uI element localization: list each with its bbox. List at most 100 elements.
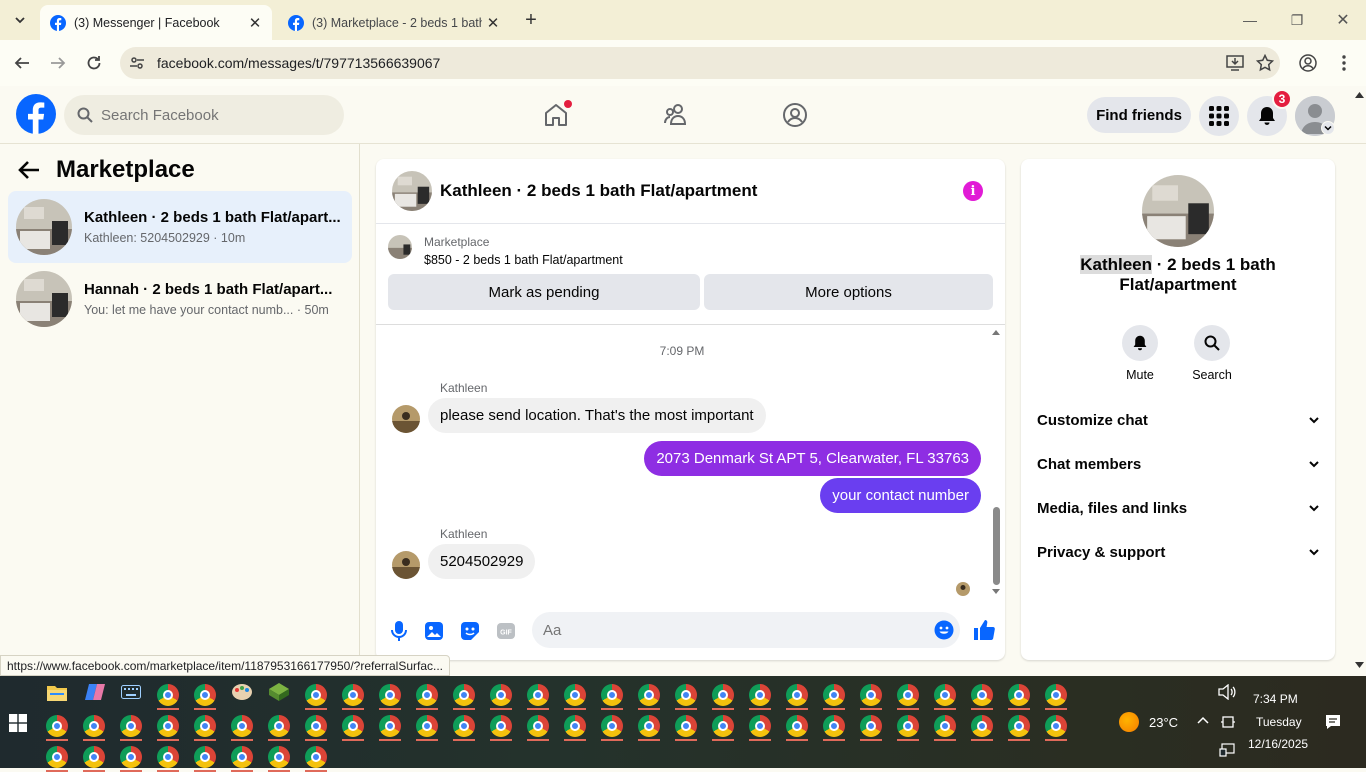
close-window-icon[interactable]: ✕ (1333, 10, 1353, 30)
nav-profile[interactable] (779, 99, 811, 131)
chrome-taskbar-icon[interactable] (712, 715, 734, 737)
mark-as-pending-button[interactable]: Mark as pending (388, 274, 700, 310)
microphone-icon[interactable] (388, 620, 410, 642)
sender-avatar[interactable] (392, 551, 420, 579)
chat-members-section[interactable]: Chat members (1037, 450, 1319, 478)
clock-day[interactable]: Tuesday (1256, 715, 1302, 729)
chrome-taskbar-icon[interactable] (1008, 715, 1030, 737)
chrome-taskbar-icon[interactable] (305, 746, 327, 768)
chrome-taskbar-icon[interactable] (1045, 684, 1067, 706)
chrome-taskbar-icon[interactable] (231, 746, 253, 768)
chrome-taskbar-icon[interactable] (157, 684, 179, 706)
chrome-taskbar-icon[interactable] (601, 715, 623, 737)
chrome-taskbar-icon[interactable] (194, 746, 216, 768)
close-tab-icon[interactable]: ✕ (482, 12, 504, 34)
scroll-down-icon[interactable] (1355, 662, 1364, 669)
chrome-taskbar-icon[interactable] (749, 684, 771, 706)
photo-icon[interactable] (423, 620, 445, 642)
chrome-taskbar-icon[interactable] (675, 684, 697, 706)
notification-center-icon[interactable] (1325, 714, 1341, 730)
chrome-taskbar-icon[interactable] (194, 684, 216, 706)
copilot-icon[interactable] (85, 683, 105, 701)
chrome-taskbar-icon[interactable] (268, 715, 290, 737)
conversation-item-hannah[interactable]: Hannah · 2 beds 1 bath Flat/apart... You… (8, 263, 352, 335)
chrome-taskbar-icon[interactable] (157, 746, 179, 768)
scroll-up-icon[interactable] (1355, 91, 1364, 98)
network-icon[interactable] (1221, 714, 1235, 730)
chrome-taskbar-icon[interactable] (934, 684, 956, 706)
privacy-support-section[interactable]: Privacy & support (1037, 538, 1319, 566)
chrome-taskbar-icon[interactable] (601, 684, 623, 706)
more-options-button[interactable]: More options (704, 274, 993, 310)
chrome-taskbar-icon[interactable] (934, 715, 956, 737)
chrome-taskbar-icon[interactable] (638, 684, 660, 706)
clock-time[interactable]: 7:34 PM (1253, 692, 1298, 706)
chat-listing-thumbnail[interactable] (392, 171, 432, 211)
chrome-taskbar-icon[interactable] (1008, 684, 1030, 706)
message-input-box[interactable] (532, 612, 960, 648)
details-listing-photo[interactable] (1142, 175, 1214, 247)
chrome-taskbar-icon[interactable] (897, 715, 919, 737)
chrome-taskbar-icon[interactable] (490, 715, 512, 737)
marketplace-listing-banner[interactable]: Marketplace $850 - 2 beds 1 bath Flat/ap… (388, 235, 623, 267)
chrome-taskbar-icon[interactable] (305, 715, 327, 737)
weather-temperature[interactable]: 23°C (1149, 715, 1178, 730)
gif-icon[interactable]: GIF (495, 620, 517, 642)
clock-date[interactable]: 12/16/2025 (1248, 737, 1308, 751)
browser-menu-icon[interactable] (1332, 51, 1356, 75)
new-tab-icon[interactable]: + (520, 9, 542, 31)
chrome-taskbar-icon[interactable] (860, 684, 882, 706)
windows-start-icon[interactable] (9, 714, 27, 732)
chrome-taskbar-icon[interactable] (416, 715, 438, 737)
mute-action[interactable]: Mute (1110, 325, 1170, 382)
find-friends-button[interactable]: Find friends (1087, 97, 1191, 133)
chrome-taskbar-icon[interactable] (120, 746, 142, 768)
chrome-taskbar-icon[interactable] (83, 715, 105, 737)
scrollbar-thumb[interactable] (993, 507, 1000, 585)
display-icon[interactable] (1219, 743, 1235, 757)
chrome-taskbar-icon[interactable] (379, 715, 401, 737)
tab-search-dropdown-icon[interactable] (8, 8, 32, 32)
tab-messenger[interactable]: (3) Messenger | Facebook ✕ (40, 5, 272, 40)
menu-grid-button[interactable] (1199, 96, 1239, 136)
message-input[interactable] (543, 621, 934, 639)
chrome-taskbar-icon[interactable] (823, 715, 845, 737)
profile-icon[interactable] (1296, 51, 1320, 75)
reload-icon[interactable] (82, 51, 106, 75)
chrome-taskbar-icon[interactable] (860, 715, 882, 737)
info-icon[interactable]: i (963, 181, 983, 201)
url-bar[interactable]: facebook.com/messages/t/797713566639067 (120, 47, 1280, 79)
forward-icon[interactable] (46, 51, 70, 75)
bookmark-star-icon[interactable] (1250, 54, 1280, 72)
facebook-search[interactable] (64, 95, 344, 135)
weather-sun-icon[interactable] (1119, 712, 1139, 732)
chrome-taskbar-icon[interactable] (268, 746, 290, 768)
nav-home[interactable] (540, 99, 572, 131)
chrome-taskbar-icon[interactable] (786, 684, 808, 706)
message-scrollbar[interactable] (990, 325, 1002, 600)
chrome-taskbar-icon[interactable] (675, 715, 697, 737)
paint-app-icon[interactable] (231, 682, 253, 702)
message-list[interactable]: 7:09 PM Kathleen please send location. T… (376, 324, 1005, 599)
media-files-links-section[interactable]: Media, files and links (1037, 494, 1319, 522)
restore-icon[interactable]: ❐ (1287, 10, 1307, 30)
chrome-taskbar-icon[interactable] (305, 684, 327, 706)
chrome-taskbar-icon[interactable] (823, 684, 845, 706)
message-bubble-incoming[interactable]: please send location. That's the most im… (428, 398, 766, 433)
chrome-taskbar-icon[interactable] (231, 715, 253, 737)
chrome-taskbar-icon[interactable] (527, 715, 549, 737)
minimize-icon[interactable]: — (1240, 10, 1260, 30)
chrome-taskbar-icon[interactable] (379, 684, 401, 706)
chrome-taskbar-icon[interactable] (749, 715, 771, 737)
message-bubble-incoming[interactable]: 5204502929 (428, 544, 536, 579)
tab-marketplace[interactable]: (3) Marketplace - 2 beds 1 bath ✕ (278, 5, 510, 40)
chrome-taskbar-icon[interactable] (46, 746, 68, 768)
facebook-logo-icon[interactable] (16, 94, 56, 134)
page-scrollbar[interactable] (1352, 86, 1366, 676)
chat-title[interactable]: Kathleen · 2 beds 1 bath Flat/apartment (440, 181, 757, 201)
chrome-taskbar-icon[interactable] (564, 715, 586, 737)
chrome-taskbar-icon[interactable] (971, 715, 993, 737)
site-settings-icon[interactable] (126, 52, 148, 74)
message-bubble-outgoing[interactable]: your contact number (820, 478, 981, 513)
speaker-icon[interactable] (1218, 684, 1236, 700)
